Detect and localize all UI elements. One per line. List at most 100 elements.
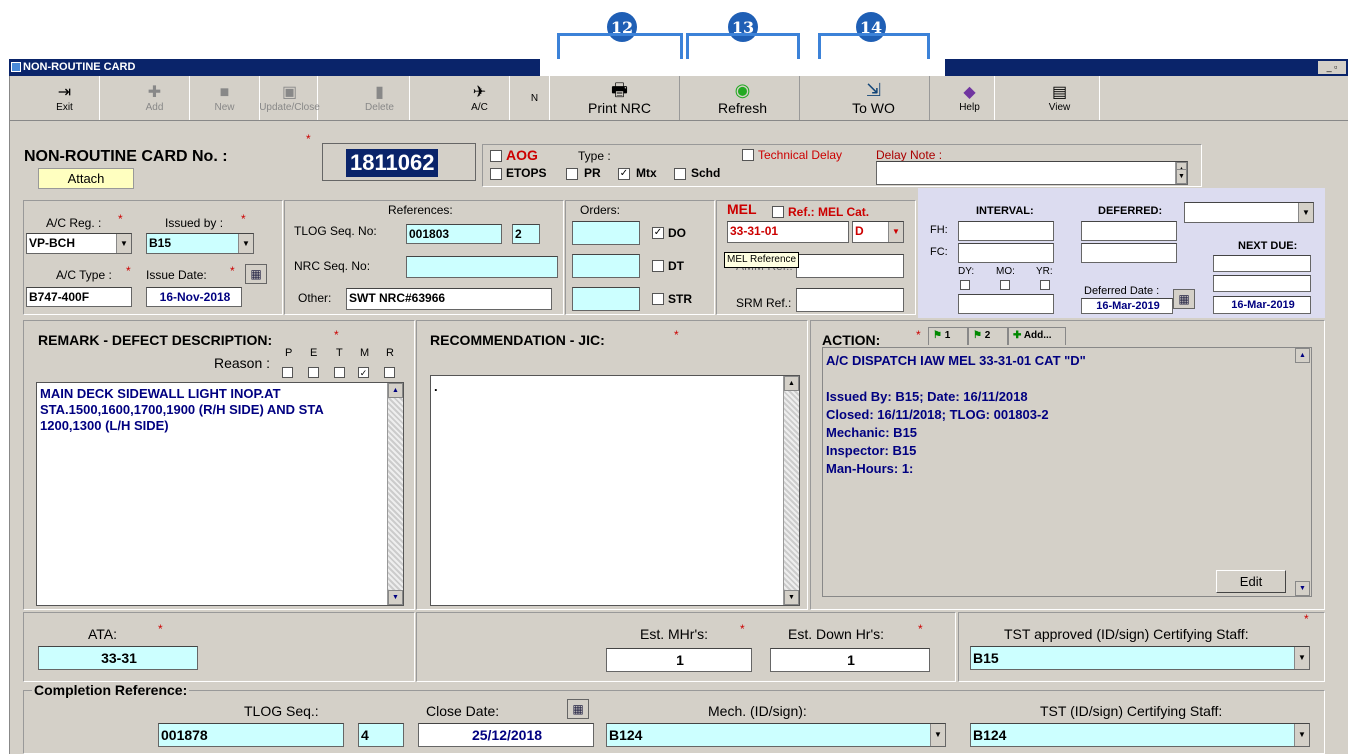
reason-p-checkbox[interactable] xyxy=(282,367,293,378)
technical-delay-checkbox[interactable] xyxy=(742,149,754,161)
ata-field[interactable]: 33-31 xyxy=(38,646,198,670)
tab-action-add[interactable]: ✚ Add... xyxy=(1008,327,1066,345)
tab-action-2[interactable]: ⚑ 2 xyxy=(968,327,1008,345)
reason-r-checkbox[interactable] xyxy=(384,367,395,378)
do-checkbox[interactable]: ✓ xyxy=(652,227,664,239)
completion-tst-select[interactable]: B124 ▼ xyxy=(970,723,1310,747)
reason-t-checkbox[interactable] xyxy=(334,367,345,378)
tst-approved-select[interactable]: B15 ▼ xyxy=(970,646,1310,670)
calendar-icon[interactable]: ▦ xyxy=(567,699,589,719)
add-button[interactable]: ✚ Add xyxy=(120,76,190,120)
next-due-date-field[interactable]: 16-Mar-2019 xyxy=(1213,296,1311,314)
exit-button[interactable]: ⇥ Exit xyxy=(30,76,100,120)
chevron-down-icon: ▼ xyxy=(116,234,131,253)
tlog-seq-sub-field[interactable]: 2 xyxy=(512,224,540,244)
reason-e-checkbox[interactable] xyxy=(308,367,319,378)
ac-reg-required: * xyxy=(118,212,123,226)
ac-type-required: * xyxy=(126,264,131,278)
tlog-seq-field[interactable]: 001803 xyxy=(406,224,502,244)
action-textarea[interactable]: A/C DISPATCH IAW MEL 33-31-01 CAT "D" Is… xyxy=(822,347,1312,597)
delete-button[interactable]: ▮ Delete xyxy=(350,76,410,120)
next-due-field-1[interactable] xyxy=(1213,255,1311,272)
reason-r-label: R xyxy=(386,347,394,359)
etops-label: ETOPS xyxy=(506,166,547,180)
new-button[interactable]: ■ New xyxy=(190,76,260,120)
interval-fc-field[interactable] xyxy=(958,243,1054,263)
aog-checkbox[interactable] xyxy=(490,150,502,162)
completion-tlog-field[interactable]: 001878 xyxy=(158,723,344,747)
order-str-field[interactable] xyxy=(572,287,640,311)
calendar-icon[interactable]: ▦ xyxy=(245,264,267,284)
chevron-down-icon: ▼ xyxy=(930,724,945,746)
nrc-seq-field[interactable] xyxy=(406,256,558,278)
dy-checkbox[interactable] xyxy=(960,280,970,290)
print-nrc-button[interactable]: 🖶 Print NRC xyxy=(560,76,680,120)
schd-checkbox[interactable] xyxy=(674,168,686,180)
deferred-select[interactable]: ▼ xyxy=(1184,202,1314,223)
ac-type-field[interactable]: B747-400F xyxy=(26,287,132,307)
mtx-label: Mtx xyxy=(636,166,657,180)
other-field[interactable]: SWT NRC#63966 xyxy=(346,288,552,310)
remark-title: REMARK - DEFECT DESCRIPTION: xyxy=(38,332,273,348)
est-down-required: * xyxy=(918,622,923,636)
order-do-field[interactable] xyxy=(572,221,640,245)
fc-label: FC: xyxy=(930,246,948,258)
help-button[interactable]: ◆ Help xyxy=(945,76,995,120)
mel-checkbox[interactable] xyxy=(772,206,784,218)
etops-checkbox[interactable] xyxy=(490,168,502,180)
est-mhr-label: Est. MHr's: xyxy=(640,626,709,642)
srm-ref-field[interactable] xyxy=(796,288,904,312)
reason-m-checkbox[interactable]: ✓ xyxy=(358,367,369,378)
mtx-checkbox[interactable]: ✓ xyxy=(618,168,630,180)
tab-action-1[interactable]: ⚑ 1 xyxy=(928,327,968,345)
yr-checkbox[interactable] xyxy=(1040,280,1050,290)
pr-checkbox[interactable] xyxy=(566,168,578,180)
str-checkbox[interactable] xyxy=(652,293,664,305)
action-line: Closed: 16/11/2018; TLOG: 001803-2 xyxy=(826,407,1049,422)
issue-date-field[interactable]: 16-Nov-2018 xyxy=(146,287,242,307)
mech-select[interactable]: B124 ▼ xyxy=(606,723,946,747)
n-button[interactable]: N xyxy=(520,76,550,120)
reason-t-label: T xyxy=(336,347,343,359)
mel-ref-field[interactable]: 33-31-01 xyxy=(727,221,849,243)
refresh-button[interactable]: ◉ Refresh xyxy=(686,76,800,120)
close-date-field[interactable]: 25/12/2018 xyxy=(418,723,594,747)
delay-note-field[interactable]: ▲▼ xyxy=(876,161,1188,185)
completion-tst-label: TST (ID/sign) Certifying Staff: xyxy=(1040,703,1223,719)
amm-ref-field[interactable] xyxy=(796,254,904,278)
dt-label: DT xyxy=(668,259,684,273)
recommendation-textarea[interactable]: . ▲ ▼ xyxy=(430,375,800,606)
order-dt-field[interactable] xyxy=(572,254,640,278)
add-icon: ✚ xyxy=(147,83,162,101)
action-title: ACTION: xyxy=(822,332,881,348)
calendar-icon[interactable]: ▦ xyxy=(1173,289,1195,309)
next-due-field-2[interactable] xyxy=(1213,275,1311,292)
exit-icon: ⇥ xyxy=(57,83,72,101)
new-icon: ■ xyxy=(219,83,230,101)
edit-button[interactable]: Edit xyxy=(1216,570,1286,593)
issued-by-select[interactable]: B15 ▼ xyxy=(146,233,254,254)
remark-textarea[interactable]: MAIN DECK SIDEWALL LIGHT INOP.AT STA.150… xyxy=(36,382,404,606)
update-close-button[interactable]: ▣ Update/Close xyxy=(259,76,320,120)
est-mhr-field[interactable]: 1 xyxy=(606,648,752,672)
interval-fh-field[interactable] xyxy=(958,221,1054,241)
ata-required: * xyxy=(158,622,163,636)
dt-checkbox[interactable] xyxy=(652,260,664,272)
ac-reg-select[interactable]: VP-BCH ▼ xyxy=(26,233,132,254)
issued-by-required: * xyxy=(241,212,246,226)
interval-date-field[interactable] xyxy=(958,294,1054,314)
attach-button[interactable]: Attach xyxy=(38,168,134,189)
est-down-field[interactable]: 1 xyxy=(770,648,930,672)
deferred-fh-field[interactable] xyxy=(1081,221,1177,241)
to-wo-icon: ⇲ xyxy=(865,80,882,100)
to-wo-button[interactable]: ⇲ To WO xyxy=(818,76,930,120)
window-controls[interactable]: _ ▫ xyxy=(1318,61,1346,74)
view-button[interactable]: ▤ View xyxy=(1020,76,1100,120)
ac-button[interactable]: ✈ A/C xyxy=(450,76,510,120)
mel-cat-select[interactable]: D ▼ xyxy=(852,221,904,243)
deferred-fc-field[interactable] xyxy=(1081,243,1177,263)
completion-tlog-sub-field[interactable]: 4 xyxy=(358,723,404,747)
issue-date-label: Issue Date: xyxy=(146,268,207,282)
mo-checkbox[interactable] xyxy=(1000,280,1010,290)
deferred-date-field[interactable]: 16-Mar-2019 xyxy=(1081,298,1173,314)
